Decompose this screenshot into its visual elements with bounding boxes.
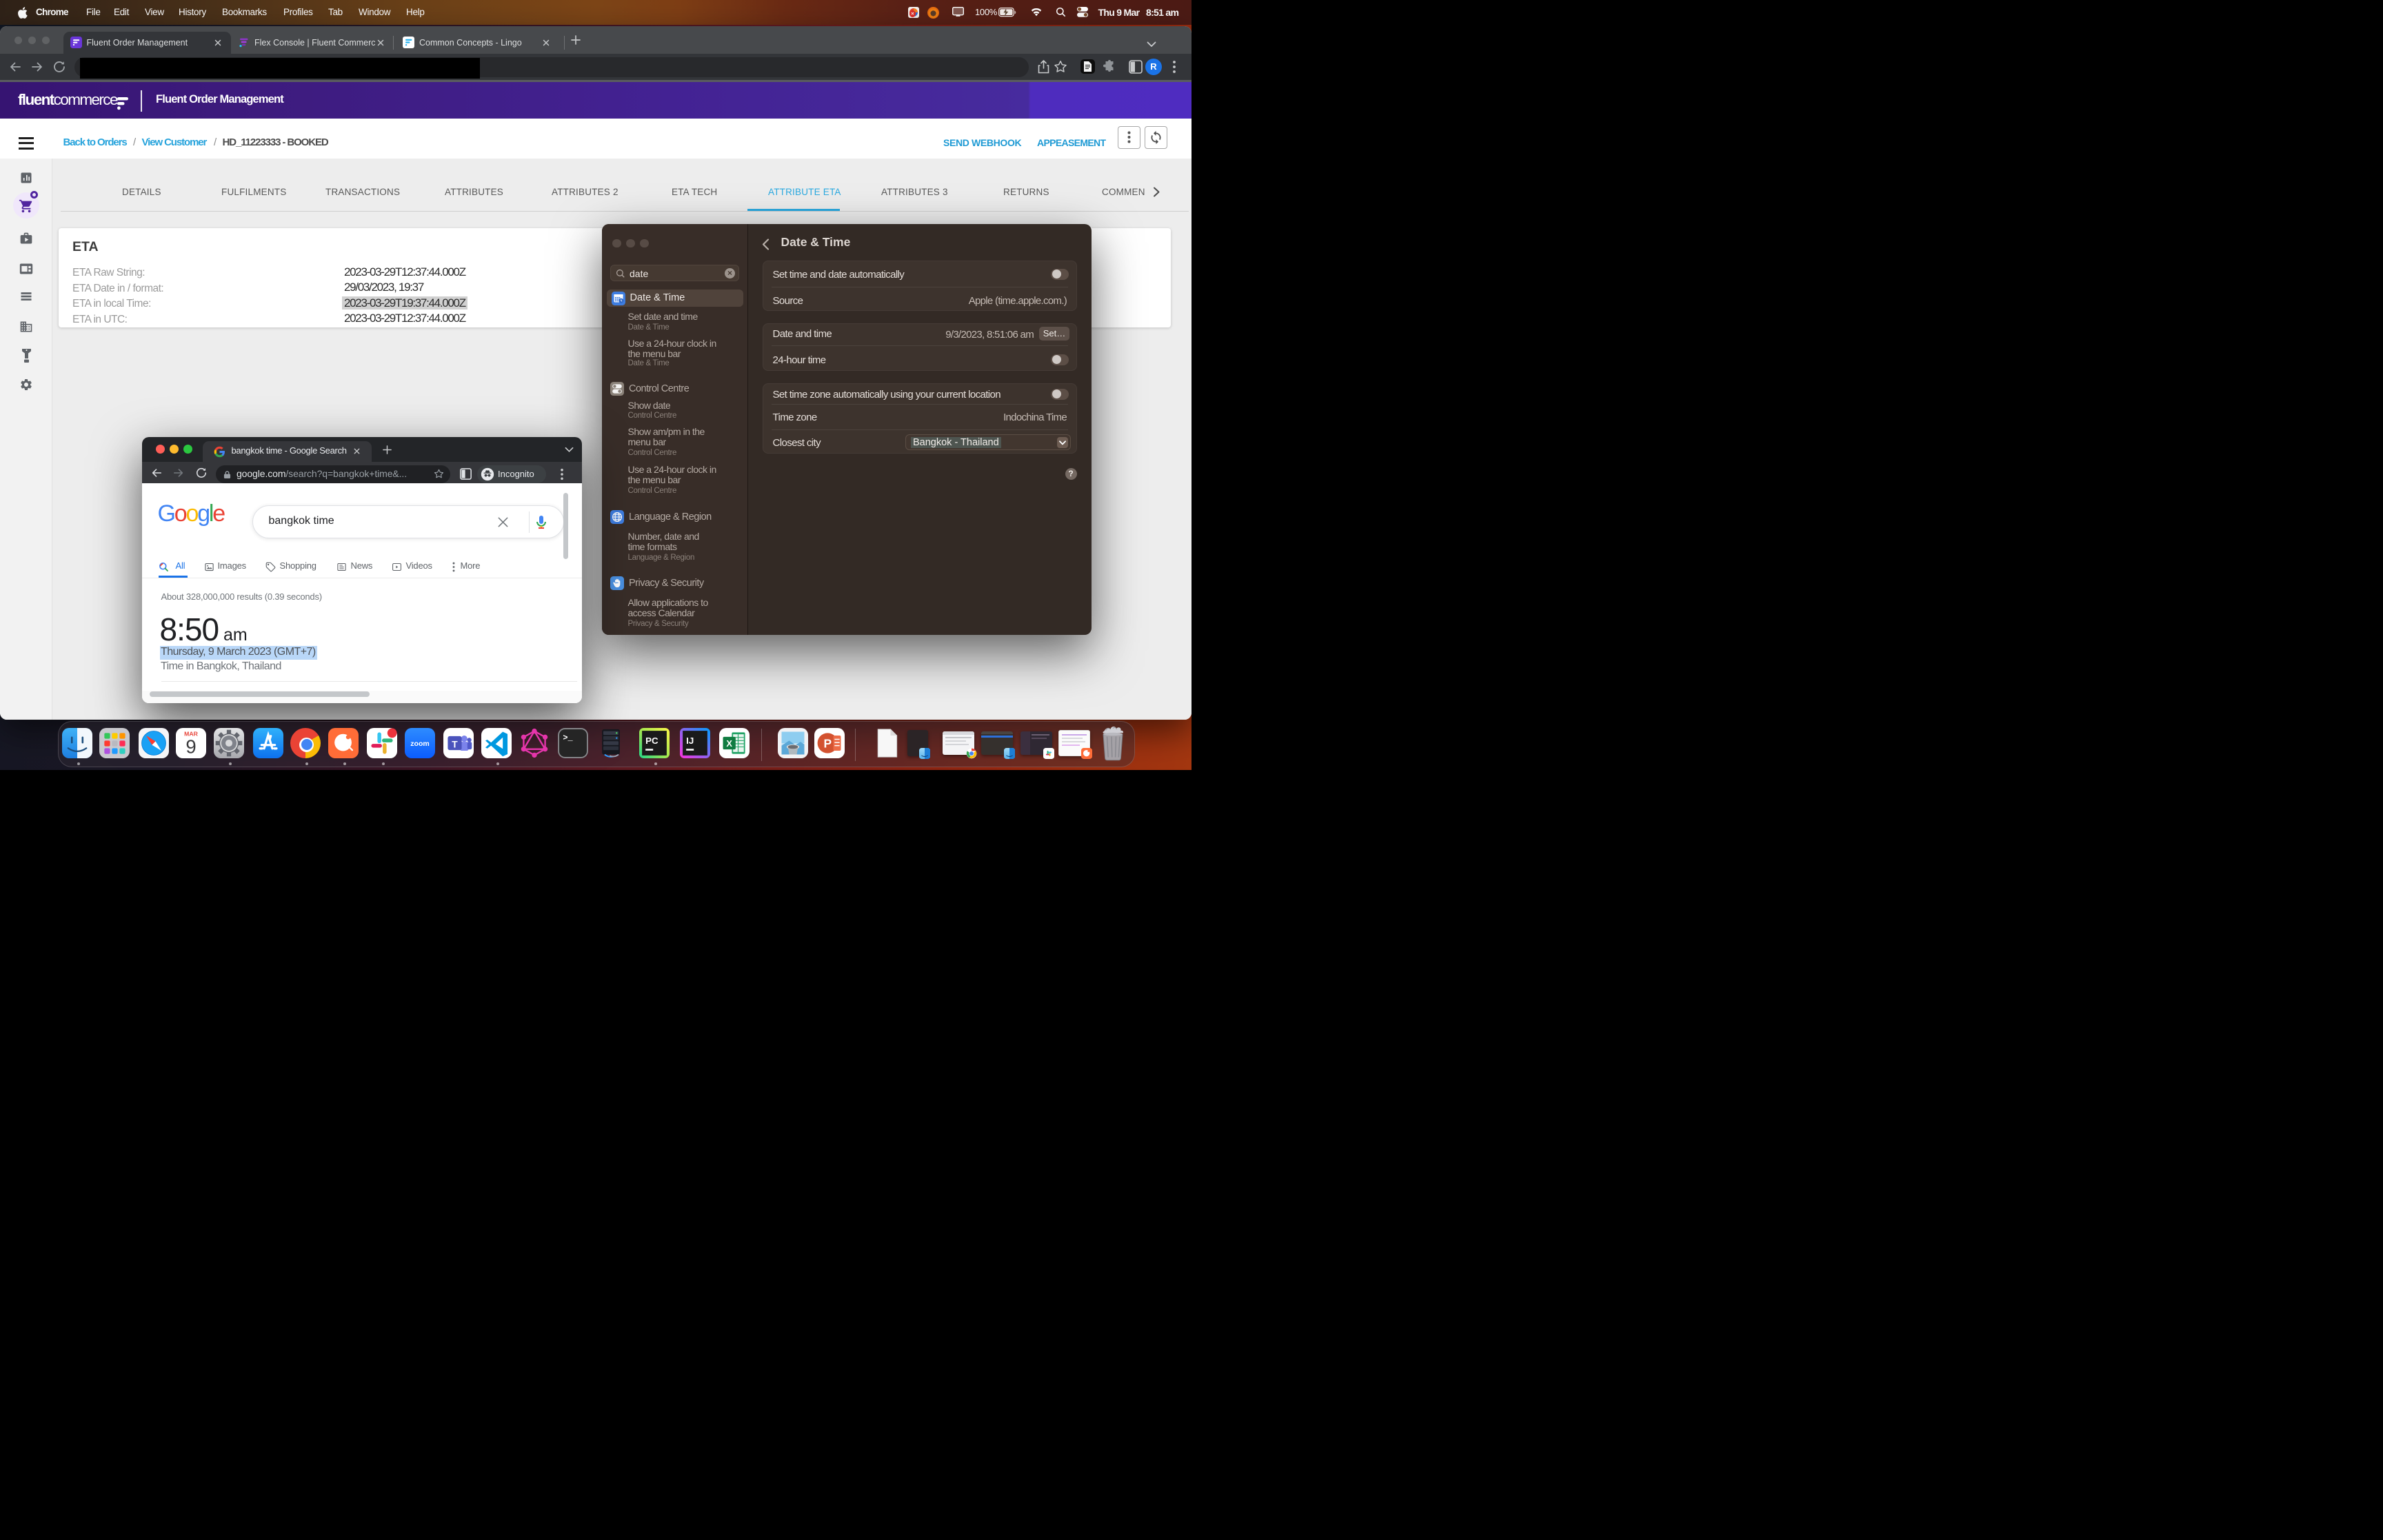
- svg-text:P: P: [823, 736, 832, 750]
- svg-text:IJ: IJ: [686, 736, 694, 746]
- svg-text:>_: >_: [563, 733, 573, 742]
- svg-text:T: T: [452, 739, 458, 749]
- svg-text:PC: PC: [645, 736, 658, 746]
- svg-text:zoom: zoom: [410, 740, 430, 748]
- svg-text:9: 9: [185, 736, 196, 758]
- svg-text:X: X: [726, 738, 732, 749]
